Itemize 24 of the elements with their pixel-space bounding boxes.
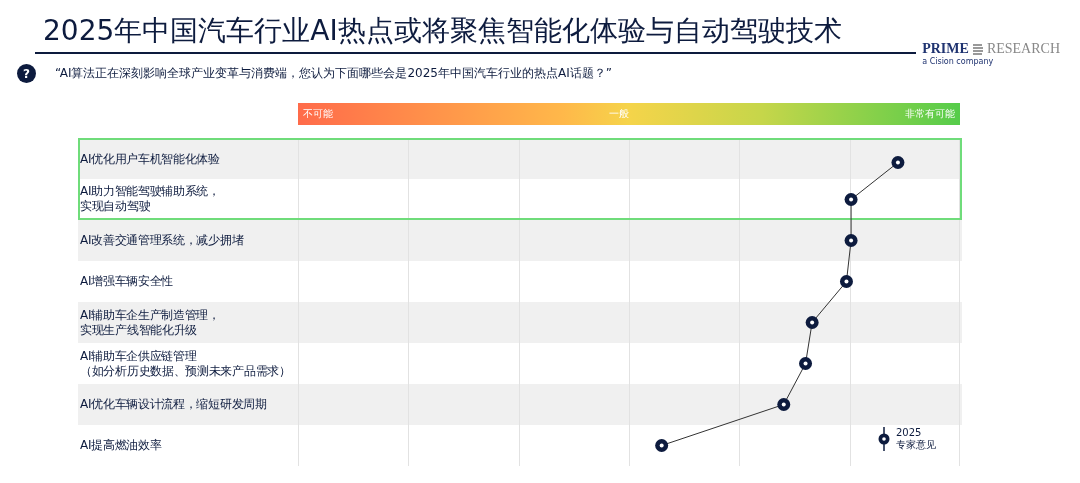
logo-tagline: a Cision company	[922, 57, 995, 66]
row-label: AI辅助车企供应链管理	[80, 348, 197, 364]
row-label: AI增强车辆安全性	[80, 274, 174, 289]
scale-label: 不可能	[303, 107, 333, 121]
row-label: AI辅助车企生产制造管理，	[80, 307, 220, 323]
row-label: （如分析历史数据、预测未来产品需求）	[80, 363, 291, 379]
row-label: 实现自动驾驶	[80, 198, 151, 214]
question-text: “AI算法正在深刻影响全球产业变革与消费端，您认为下面哪些会是2025年中国汽车行业的热点AI话题？”	[55, 65, 612, 82]
scale-label: 一般	[609, 107, 629, 121]
page-title: 2025年中国汽车行业AI热点或将聚焦智能化体验与自动驾驶技术	[35, 13, 917, 54]
scale-label: 非常有可能	[905, 107, 955, 121]
legend-label: 专家意见	[896, 439, 936, 451]
legend-year: 2025	[896, 427, 923, 439]
row-label: 实现生产线智能化升级	[80, 322, 197, 338]
row-label: AI改善交通管理系统，减少拥堵	[80, 233, 244, 248]
stack-icon	[971, 43, 984, 55]
row-label: AI优化车辆设计流程，缩短研发周期	[80, 397, 267, 412]
row-label: AI助力智能驾驶辅助系统，	[80, 183, 220, 199]
row-label: AI优化用户车机智能化体验	[80, 152, 220, 167]
logo-brand: PRIME	[922, 41, 969, 57]
row-label: AI提高燃油效率	[80, 438, 162, 453]
question-icon: ?	[17, 64, 36, 83]
logo-research: RESEARCH	[986, 41, 1060, 57]
legend-dot-icon	[878, 427, 890, 451]
